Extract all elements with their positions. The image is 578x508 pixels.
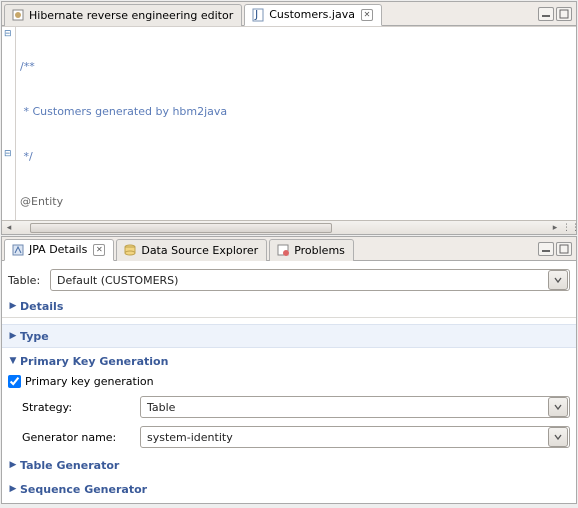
generator-name-value: system-identity [141,431,547,444]
type-section: ▶ Type [2,324,576,348]
close-icon[interactable]: ✕ [361,9,373,21]
pk-generation-header[interactable]: ▼ Primary Key Generation [8,352,570,370]
generator-name-combo[interactable]: system-identity [140,426,570,448]
java-file-icon: J [251,8,265,22]
section-title: Type [20,330,49,343]
section-title: Primary Key Generation [20,355,168,368]
pk-generation-checkbox[interactable] [8,375,21,388]
dropdown-button[interactable] [548,270,568,290]
separator [2,317,576,318]
table-label: Table: [8,274,50,287]
tab-label: Problems [294,244,345,257]
tab-jpa-details[interactable]: JPA Details ✕ [4,239,114,261]
scroll-track[interactable] [30,223,534,233]
editor-pane: Hibernate reverse engineering editor J C… [1,1,577,235]
properties-pane: JPA Details ✕ Data Source Explorer Probl… [1,236,577,504]
maximize-button[interactable] [556,7,572,21]
dropdown-button[interactable] [548,427,568,447]
horizontal-scrollbar[interactable]: ◂ ▸ ⋮⋮ [2,220,576,234]
table-row: Table: Default (CUSTOMERS) [8,269,570,291]
code-area[interactable]: /** * Customers generated by hbm2java */… [16,27,576,220]
minimize-button[interactable] [538,242,554,256]
dropdown-button[interactable] [548,397,568,417]
details-section: ▶ Details [8,297,570,315]
scroll-right-icon[interactable]: ▸ [548,221,562,235]
editor-tabbar: Hibernate reverse engineering editor J C… [2,2,576,26]
sequence-generator-header[interactable]: ▶ Sequence Generator [8,480,570,498]
pk-generation-section: ▼ Primary Key Generation Primary key gen… [8,352,570,498]
pk-checkbox-label: Primary key generation [25,375,154,388]
expand-icon: ▶ [8,460,18,470]
scroll-corner: ⋮⋮ [562,223,576,233]
tab-data-source-explorer[interactable]: Data Source Explorer [116,239,267,261]
expand-icon: ▶ [8,484,18,494]
scroll-thumb[interactable] [30,223,332,233]
code-editor[interactable]: ⊟ ⊟ /** * Customers generated by hbm2jav… [2,26,576,220]
minimize-button[interactable] [538,7,554,21]
fold-toggle-icon[interactable]: ⊟ [4,29,12,39]
tab-label: Customers.java [269,8,355,21]
pane-buttons [538,7,576,21]
hibernate-icon [11,8,25,22]
tab-problems[interactable]: Problems [269,239,354,261]
view-tabbar: JPA Details ✕ Data Source Explorer Probl… [2,237,576,261]
fold-toggle-icon[interactable]: ⊟ [4,149,12,159]
expand-icon: ▶ [8,301,18,311]
tab-label: JPA Details [29,243,87,256]
folding-ruler[interactable]: ⊟ ⊟ [2,27,16,220]
strategy-combo[interactable]: Table [140,396,570,418]
type-header[interactable]: ▶ Type [8,327,570,345]
expand-icon: ▶ [8,331,18,341]
tab-label: Hibernate reverse engineering editor [29,9,233,22]
jpa-details-form: Table: Default (CUSTOMERS) ▶ Details ▶ T… [2,261,576,503]
scroll-left-icon[interactable]: ◂ [2,221,16,235]
table-combo[interactable]: Default (CUSTOMERS) [50,269,570,291]
svg-text:J: J [254,8,258,21]
problems-icon [276,243,290,257]
pane-buttons [538,242,576,256]
strategy-value: Table [141,401,547,414]
collapse-icon: ▼ [8,356,18,366]
section-title: Details [20,300,63,313]
details-header[interactable]: ▶ Details [8,297,570,315]
close-icon[interactable]: ✕ [93,244,105,256]
section-title: Sequence Generator [20,483,147,496]
tab-hibernate-editor[interactable]: Hibernate reverse engineering editor [4,4,242,26]
tab-label: Data Source Explorer [141,244,258,257]
datasource-icon [123,243,137,257]
table-value: Default (CUSTOMERS) [51,274,547,287]
tab-customers-java[interactable]: J Customers.java ✕ [244,4,382,26]
jpa-icon [11,243,25,257]
generator-name-label: Generator name: [22,431,132,444]
strategy-label: Strategy: [22,401,132,414]
table-generator-header[interactable]: ▶ Table Generator [8,456,570,474]
section-title: Table Generator [20,459,119,472]
pk-checkbox-row: Primary key generation [8,372,570,390]
maximize-button[interactable] [556,242,572,256]
